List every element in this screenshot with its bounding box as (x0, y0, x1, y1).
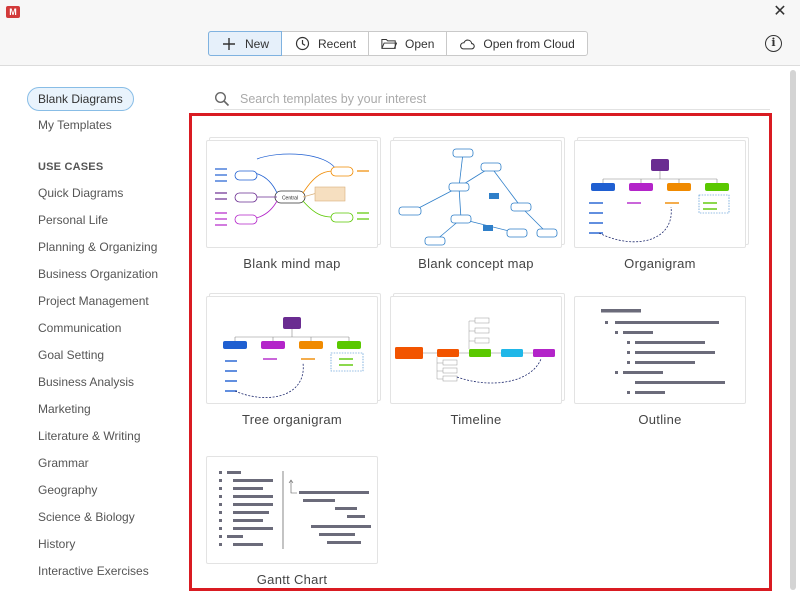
svg-text:Central: Central (282, 196, 298, 202)
template-timeline[interactable]: Timeline (390, 296, 566, 427)
title-bar: M ✕ New Recent Open Open from Cloud i (0, 0, 800, 66)
sidebar-item-business-analysis[interactable]: Business Analysis (38, 375, 134, 389)
search-bar (214, 88, 770, 110)
template-label: Blank concept map (418, 256, 534, 271)
outline-thumbnail (574, 296, 746, 404)
sidebar-item-marketing[interactable]: Marketing (38, 402, 91, 416)
mind-map-thumbnail: Central (206, 140, 378, 248)
template-gantt-chart[interactable]: Gantt Chart (206, 456, 382, 587)
sidebar-item-communication[interactable]: Communication (38, 321, 121, 335)
sidebar-item-science-biology[interactable]: Science & Biology (38, 510, 135, 524)
template-label: Tree organigram (241, 412, 343, 427)
template-label: Timeline (450, 412, 502, 427)
gantt-chart-preview (219, 471, 371, 549)
template-label: Gantt Chart (256, 572, 328, 587)
template-blank-concept-map[interactable]: Blank concept map (390, 140, 566, 271)
recent-button-label: Recent (318, 36, 357, 51)
template-label: Organigram (624, 256, 696, 271)
search-input[interactable] (240, 91, 740, 106)
clock-icon (294, 36, 310, 52)
sidebar-item-my-templates[interactable]: My Templates (38, 118, 112, 132)
sidebar-item-literature-writing[interactable]: Literature & Writing (38, 429, 141, 443)
sidebar-item-personal-life[interactable]: Personal Life (38, 213, 108, 227)
sidebar: Blank Diagrams My Templates USE CASES Qu… (0, 66, 180, 600)
mind-map-preview: Central (215, 153, 369, 226)
sidebar-item-quick-diagrams[interactable]: Quick Diagrams (38, 186, 123, 200)
folder-icon (381, 36, 398, 52)
gantt-chart-thumbnail (206, 456, 378, 564)
sidebar-item-grammar[interactable]: Grammar (38, 456, 89, 470)
tree-organigram-thumbnail (206, 296, 378, 404)
scrollbar-thumb[interactable] (790, 70, 796, 590)
organigram-thumbnail (574, 140, 746, 248)
sidebar-item-project-management[interactable]: Project Management (38, 294, 149, 308)
open-from-cloud-button[interactable]: Open from Cloud (447, 32, 586, 55)
open-button[interactable]: Open (369, 32, 448, 55)
use-cases-heading: USE CASES (38, 161, 104, 173)
new-button-label: New (245, 36, 270, 51)
sidebar-item-business-organization[interactable]: Business Organization (38, 267, 158, 281)
open-from-cloud-button-label: Open from Cloud (483, 36, 575, 51)
sidebar-item-interactive-exercises[interactable]: Interactive Exercises (38, 564, 149, 578)
toolbar: New Recent Open Open from Cloud (208, 31, 588, 56)
template-tree-organigram[interactable]: Tree organigram (206, 296, 382, 427)
template-organigram[interactable]: Organigram (574, 140, 750, 271)
template-label: Outline (638, 412, 682, 427)
open-button-label: Open (405, 36, 435, 51)
template-label: Blank mind map (243, 256, 341, 271)
sidebar-item-geography[interactable]: Geography (38, 483, 97, 497)
template-outline[interactable]: Outline (574, 296, 750, 427)
sidebar-item-planning-organizing[interactable]: Planning & Organizing (38, 240, 157, 254)
concept-map-preview (398, 148, 558, 246)
new-button[interactable]: New (208, 31, 283, 56)
timeline-thumbnail (390, 296, 562, 404)
outline-preview (601, 309, 725, 394)
tree-organigram-preview (223, 317, 364, 398)
cloud-icon (459, 36, 476, 52)
concept-map-thumbnail (390, 140, 562, 248)
sidebar-item-blank-diagrams[interactable]: Blank Diagrams (27, 87, 134, 111)
sidebar-item-goal-setting[interactable]: Goal Setting (38, 348, 104, 362)
scrollbar[interactable] (789, 70, 798, 590)
info-icon[interactable]: i (765, 35, 782, 52)
timeline-preview (395, 317, 555, 384)
organigram-preview (589, 159, 730, 243)
search-icon (214, 90, 232, 108)
app-logo-icon: M (6, 6, 20, 18)
recent-button[interactable]: Recent (282, 32, 370, 55)
plus-icon (221, 36, 237, 52)
sidebar-item-history[interactable]: History (38, 537, 75, 551)
close-icon[interactable]: ✕ (772, 4, 788, 20)
template-blank-mind-map[interactable]: Central Blank mind map (206, 140, 382, 271)
